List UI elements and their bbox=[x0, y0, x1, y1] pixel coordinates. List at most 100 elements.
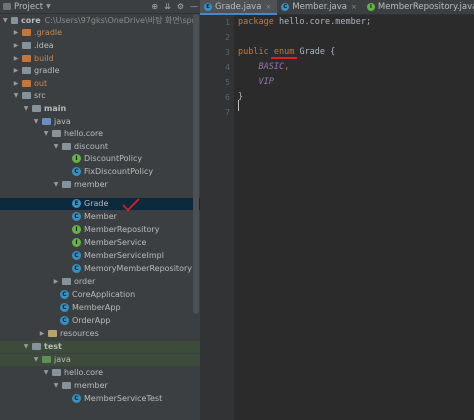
chevron-right-icon[interactable]: ▶ bbox=[12, 80, 20, 87]
tree-row-member-repository[interactable]: I MemberRepository bbox=[0, 224, 200, 237]
locate-icon[interactable]: ⊕ bbox=[151, 2, 158, 11]
tree-item-label: MemberServiceTest bbox=[84, 394, 163, 404]
hide-icon[interactable]: — bbox=[190, 2, 198, 11]
code-line-4[interactable]: BASIC, bbox=[238, 62, 289, 72]
chevron-down-icon[interactable]: ▼ bbox=[32, 356, 40, 363]
chevron-down-icon[interactable]: ▼ bbox=[42, 369, 50, 376]
line-number: 1 bbox=[225, 18, 230, 27]
tree-row-member-app[interactable]: C MemberApp bbox=[0, 302, 200, 315]
tree-row-core[interactable]: ▼ core C:\Users\97gks\OneDrive\바탕 화면\spr bbox=[0, 14, 195, 27]
tree-row-gradle-hidden[interactable]: ▶ .gradle bbox=[0, 27, 200, 40]
project-view-icon bbox=[3, 3, 11, 10]
tree-row-test-java[interactable]: ▼ java bbox=[0, 353, 200, 367]
tree-row-order[interactable]: ▶ order bbox=[0, 276, 200, 289]
chevron-down-icon[interactable]: ▼ bbox=[42, 130, 50, 137]
chevron-right-icon[interactable]: ▶ bbox=[52, 278, 60, 285]
tree-row-order-app[interactable]: C OrderApp bbox=[0, 315, 200, 328]
enum-icon: E bbox=[204, 3, 212, 11]
chevron-right-icon[interactable]: ▶ bbox=[12, 55, 20, 62]
tree-item-label: core bbox=[21, 15, 41, 25]
line-number: 4 bbox=[225, 63, 230, 72]
tree-row-discount[interactable]: ▼ discount bbox=[0, 140, 200, 153]
tree-row-discount-policy[interactable]: I DiscountPolicy bbox=[0, 153, 200, 166]
tree-row-member-service-impl[interactable]: C MemberServiceImpl bbox=[0, 250, 200, 263]
class-icon: C bbox=[60, 316, 69, 326]
project-view-selector[interactable]: Project bbox=[14, 2, 43, 12]
project-scrollbar[interactable] bbox=[193, 14, 199, 314]
interface-icon: I bbox=[72, 154, 81, 164]
punctuation: , bbox=[284, 62, 290, 72]
panel-bottom-edge bbox=[0, 414, 200, 420]
line-number: 7 bbox=[225, 108, 230, 117]
tree-row-out[interactable]: ▶ out bbox=[0, 77, 200, 90]
tree-row-member-class[interactable]: C Member bbox=[0, 210, 200, 223]
tree-row-test[interactable]: ▼ test bbox=[0, 340, 200, 354]
code-text: Grade { bbox=[294, 47, 336, 57]
tab-grade-java[interactable]: E Grade.java × bbox=[200, 0, 278, 15]
line-number: 2 bbox=[225, 33, 230, 42]
tab-member-java[interactable]: C Member.java × bbox=[277, 0, 363, 14]
tree-row-hello-core[interactable]: ▼ hello.core bbox=[0, 127, 200, 140]
tree-row-test-member[interactable]: ▼ member bbox=[0, 380, 200, 393]
tree-row-member[interactable]: ▼ member bbox=[0, 178, 200, 191]
code-line-3[interactable]: public enum Grade { bbox=[238, 47, 335, 57]
chevron-down-icon[interactable]: ▼ bbox=[32, 118, 40, 125]
tree-row-member-service-test[interactable]: C MemberServiceTest bbox=[0, 393, 200, 406]
close-icon[interactable]: × bbox=[351, 3, 357, 11]
chevron-right-icon[interactable]: ▶ bbox=[38, 330, 46, 337]
red-underline-annotation bbox=[271, 57, 297, 59]
editor-area: E Grade.java × C Member.java × I MemberR… bbox=[200, 0, 474, 420]
tree-row-core-application[interactable]: C CoreApplication bbox=[0, 289, 200, 302]
tree-item-label: out bbox=[34, 78, 48, 88]
code-line-1[interactable]: package hello.core.member; bbox=[238, 17, 371, 27]
code-line-5[interactable]: VIP bbox=[238, 77, 273, 87]
folder-icon bbox=[32, 343, 41, 351]
tree-item-label: .idea bbox=[34, 40, 54, 50]
folder-icon bbox=[32, 104, 41, 112]
tree-row-fix-discount-policy[interactable]: C FixDiscountPolicy bbox=[0, 165, 200, 178]
collapse-icon[interactable]: ⇊ bbox=[164, 2, 171, 11]
chevron-down-icon[interactable]: ▼ bbox=[12, 92, 20, 99]
tree-row-test-hello-core[interactable]: ▼ hello.core bbox=[0, 367, 200, 380]
chevron-right-icon[interactable]: ▶ bbox=[12, 42, 20, 49]
tree-row-java[interactable]: ▼ java bbox=[0, 115, 200, 128]
keyword: public bbox=[238, 47, 269, 57]
tree-row-gradle[interactable]: ▶ gradle bbox=[0, 64, 200, 77]
tab-label: Member.java bbox=[292, 2, 348, 12]
folder-icon bbox=[22, 92, 31, 100]
chevron-down-icon[interactable]: ▼ bbox=[52, 181, 60, 188]
tree-item-label: MemberRepository bbox=[84, 225, 160, 235]
tree-item-label: Grade bbox=[84, 199, 109, 209]
excluded-folder-icon bbox=[22, 79, 31, 87]
keyword: enum bbox=[273, 47, 295, 57]
chevron-down-icon[interactable]: ▼ bbox=[2, 17, 9, 24]
close-icon[interactable]: × bbox=[265, 3, 271, 11]
text-caret bbox=[238, 100, 239, 111]
gear-icon[interactable]: ⚙ bbox=[177, 2, 184, 11]
interface-icon: I bbox=[366, 3, 375, 11]
tree-row-member-service[interactable]: I MemberService bbox=[0, 237, 200, 250]
tree-row-main[interactable]: ▼ main bbox=[0, 102, 200, 115]
tree-row-grade[interactable]: E Grade bbox=[0, 197, 200, 211]
chevron-right-icon[interactable]: ▶ bbox=[12, 29, 20, 36]
tree-row-build[interactable]: ▶ build bbox=[0, 52, 200, 65]
chevron-right-icon[interactable]: ▶ bbox=[12, 67, 20, 74]
package-icon bbox=[52, 369, 61, 377]
chevron-down-icon[interactable]: ▼ bbox=[46, 3, 51, 10]
project-tree: ▼ core C:\Users\97gks\OneDrive\바탕 화면\spr… bbox=[0, 14, 200, 420]
package-icon bbox=[62, 278, 71, 286]
tree-row-src[interactable]: ▼ src bbox=[0, 90, 200, 103]
tree-row-idea[interactable]: ▶ .idea bbox=[0, 39, 200, 52]
chevron-down-icon[interactable]: ▼ bbox=[52, 143, 60, 150]
chevron-down-icon[interactable]: ▼ bbox=[22, 105, 30, 112]
line-number: 6 bbox=[225, 93, 230, 102]
tree-row-memory-member-repository[interactable]: C MemoryMemberRepository bbox=[0, 263, 200, 276]
tree-item-label: hello.core bbox=[64, 129, 104, 139]
tab-member-repository-java[interactable]: I MemberRepository.java × bbox=[363, 0, 474, 14]
interface-icon: I bbox=[72, 225, 81, 235]
tree-item-label: main bbox=[44, 103, 67, 113]
tree-row-resources[interactable]: ▶ resources bbox=[0, 328, 200, 341]
tree-item-label: MemberApp bbox=[72, 303, 121, 313]
chevron-down-icon[interactable]: ▼ bbox=[52, 382, 60, 389]
chevron-down-icon[interactable]: ▼ bbox=[22, 343, 30, 350]
